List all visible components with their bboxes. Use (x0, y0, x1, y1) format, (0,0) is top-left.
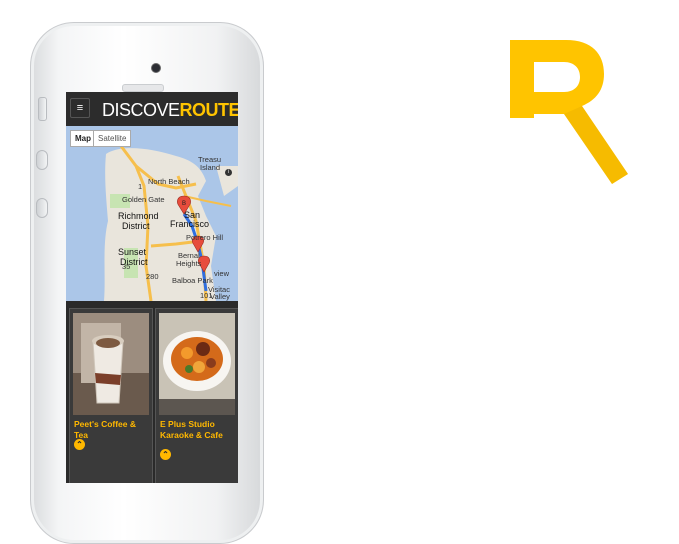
brand-r-logo (510, 40, 628, 184)
map-label-hwy280: 280 (146, 272, 159, 281)
mute-switch (38, 97, 47, 121)
map-label-north-beach: North Beach (148, 177, 190, 186)
logo-suffix: ROUTE (179, 100, 238, 120)
map-label-valley: Valley (210, 292, 230, 301)
place-card-eplus[interactable]: E Plus Studio Karaoke & Cafe ⌃ (155, 308, 238, 483)
map-label-hwy35: 35 (122, 262, 131, 271)
coffee-photo (73, 313, 149, 415)
app-header: ≡ DISCOVEROUTE (66, 92, 238, 126)
map-label-bayview: view (214, 269, 230, 278)
map-label-richmond-district: District (122, 221, 150, 231)
place-title[interactable]: Peet's Coffee & Tea (74, 419, 150, 441)
app-logo: DISCOVEROUTE (102, 100, 238, 121)
marker-label-b: B (182, 201, 186, 207)
satellite-view-button[interactable]: Satellite (93, 130, 132, 147)
map-label-francisco: Francisco (170, 219, 210, 229)
chevron-up-icon[interactable]: ⌃ (74, 439, 85, 450)
volume-down-button (36, 198, 48, 218)
map-label-hwy101: 101 (200, 291, 213, 300)
volume-up-button (36, 150, 48, 170)
front-camera (151, 63, 161, 73)
map-label-golden-gate: Golden Gate (122, 195, 165, 204)
map-label-balboa: Balboa Park (172, 276, 213, 285)
place-cards: Peet's Coffee & Tea ⌃ E Plus Studio Kara… (66, 301, 238, 483)
info-icon[interactable]: i (225, 169, 232, 176)
map-label-heights: Heights (176, 259, 202, 268)
map-label-san: San (184, 210, 201, 220)
chevron-up-icon[interactable]: ⌃ (160, 449, 171, 460)
route-map[interactable]: B Map Satellite i 1 Treasu Island North … (66, 126, 238, 301)
logo-prefix: DISCOVE (102, 100, 180, 120)
place-card-peets[interactable]: Peet's Coffee & Tea ⌃ (69, 308, 153, 483)
map-label-richmond: Richmond (118, 211, 159, 221)
hamburger-icon[interactable]: ≡ (70, 98, 90, 118)
map-label-potrero: Potrero Hill (186, 233, 224, 242)
place-title[interactable]: E Plus Studio Karaoke & Cafe (160, 419, 236, 441)
food-photo (159, 313, 235, 415)
map-label-hwy1: 1 (138, 182, 143, 191)
earpiece-speaker (122, 84, 164, 92)
app-screen: ≡ DISCOVEROUTE B Map Satellite i 1 Treas… (66, 92, 238, 483)
map-label-island: Island (200, 163, 221, 172)
map-label-sunset: Sunset (118, 247, 147, 257)
